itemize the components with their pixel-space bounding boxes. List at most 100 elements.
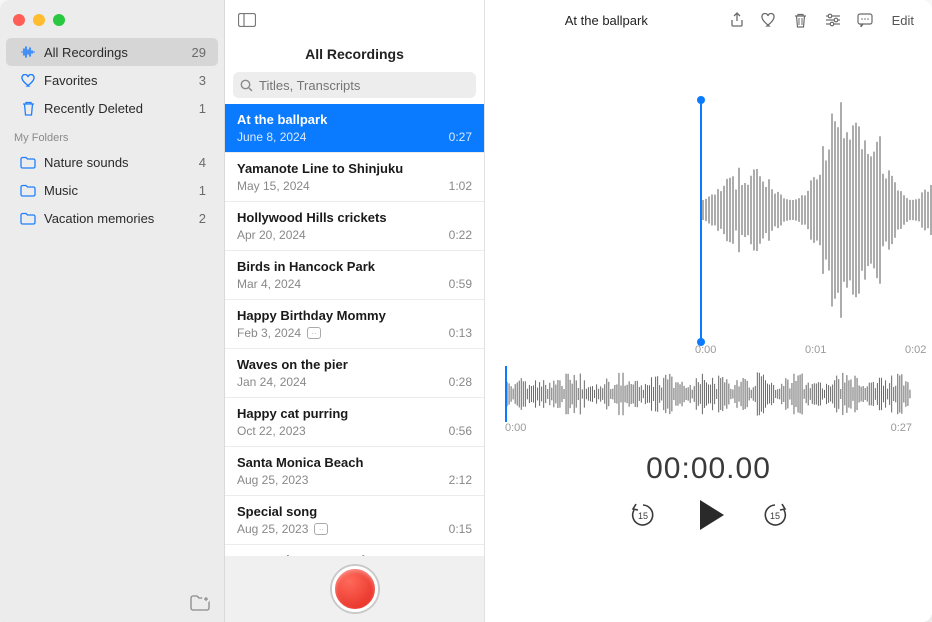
recording-item[interactable]: Happy cat purringOct 22, 20230:56: [225, 398, 484, 447]
overview-end-time: 0:27: [891, 422, 912, 434]
fullscreen-window-button[interactable]: [53, 14, 65, 26]
recording-date: Jan 24, 2024: [237, 375, 306, 389]
recording-title: At the ballpark: [495, 13, 718, 28]
recording-duration: 0:56: [449, 424, 472, 438]
recording-item[interactable]: Waves on the pier Jan 24, 2024 0:28: [225, 349, 484, 398]
svg-text:15: 15: [637, 511, 647, 521]
sidebar: All Recordings29Favorites3Recently Delet…: [0, 0, 225, 622]
share-icon[interactable]: [724, 9, 750, 31]
sidebar-item-count: 1: [199, 183, 206, 198]
transcript-icon[interactable]: [852, 9, 878, 31]
recording-item[interactable]: At the ballpark June 8, 2024 0:27: [225, 104, 484, 153]
sidebar-item-label: Favorites: [44, 73, 191, 88]
folder-icon: [20, 212, 36, 225]
sidebar-item-label: Music: [44, 183, 191, 198]
skip-back-button[interactable]: 15: [628, 500, 658, 530]
settings-sliders-icon[interactable]: [820, 9, 846, 31]
record-footer: [225, 556, 484, 622]
playback-controls: 15 15: [485, 500, 932, 550]
sidebar-item-favorites[interactable]: Favorites3: [6, 66, 218, 94]
recording-item[interactable]: Hollywood Hills crickets Apr 20, 2024 0:22: [225, 202, 484, 251]
toggle-sidebar-icon[interactable]: [233, 8, 261, 32]
sidebar-folder-vacation-memories[interactable]: Vacation memories 2: [6, 204, 218, 232]
recording-duration: 0:13: [449, 326, 472, 340]
recording-date: June 8, 2024: [237, 130, 306, 144]
overview-labels: 0:00 0:27: [485, 422, 932, 434]
skip-forward-button[interactable]: 15: [760, 500, 790, 530]
search-icon: [240, 79, 253, 92]
sidebar-item-count: 1: [199, 101, 206, 116]
sidebar-folder-music[interactable]: Music 1: [6, 176, 218, 204]
detail-pane: At the ballpark Edit 0:00 0:01: [485, 0, 932, 622]
recording-duration: 1:02: [449, 179, 472, 193]
trash-icon: [20, 101, 36, 116]
minimize-window-button[interactable]: [33, 14, 45, 26]
sidebar-item-label: Recently Deleted: [44, 101, 191, 116]
timeline-mark: 0:01: [805, 344, 826, 356]
recording-duration: 0:15: [449, 522, 472, 536]
favorite-icon[interactable]: [756, 9, 782, 31]
folder-icon: [20, 184, 36, 197]
close-window-button[interactable]: [13, 14, 25, 26]
recording-item[interactable]: Parrots in Buenos Aires: [225, 545, 484, 556]
sidebar-item-count: 29: [192, 45, 206, 60]
sidebar-folder-nature-sounds[interactable]: Nature sounds 4: [6, 148, 218, 176]
recordings-column: All Recordings At the ballparkJune 8, 20…: [225, 0, 485, 622]
recording-date: Feb 3, 2024: [237, 326, 301, 340]
middle-toolbar: [225, 0, 484, 40]
transcript-badge-icon: ··: [314, 523, 328, 535]
recording-duration: 2:12: [449, 473, 472, 487]
sidebar-item-recently-deleted[interactable]: Recently Deleted 1: [6, 94, 218, 122]
record-button[interactable]: [332, 566, 378, 612]
timeline-ruler: 0:00 0:01 0:02: [485, 344, 932, 360]
overview-playhead[interactable]: [505, 366, 507, 422]
recording-title: At the ballpark: [237, 112, 472, 127]
recording-item[interactable]: Santa Monica BeachAug 25, 20232:12: [225, 447, 484, 496]
recording-date: Aug 25, 2023: [237, 522, 308, 536]
recording-item[interactable]: Special song Aug 25, 2023 ·· 0:15: [225, 496, 484, 545]
timeline-mark: 0:00: [695, 344, 716, 356]
search-field[interactable]: [233, 72, 476, 98]
sidebar-item-count: 2: [199, 211, 206, 226]
sidebar-item-label: Vacation memories: [44, 211, 191, 226]
sidebar-list: All Recordings29Favorites3Recently Delet…: [0, 36, 224, 584]
recording-title: Hollywood Hills crickets: [237, 210, 472, 225]
new-folder-icon[interactable]: [190, 595, 210, 611]
overview-start-time: 0:00: [505, 422, 526, 434]
recording-item[interactable]: Yamanote Line to ShinjukuMay 15, 20241:0…: [225, 153, 484, 202]
edit-button[interactable]: Edit: [884, 11, 922, 30]
trash-icon[interactable]: [788, 9, 814, 31]
recording-title: Birds in Hancock Park: [237, 259, 472, 274]
recording-title: Special song: [237, 504, 472, 519]
timeline-mark: 0:02: [905, 344, 926, 356]
recording-duration: 0:59: [449, 277, 472, 291]
sidebar-item-label: Nature sounds: [44, 155, 191, 170]
sidebar-folders-header: My Folders: [0, 122, 224, 148]
recording-duration: 0:27: [449, 130, 472, 144]
recording-duration: 0:22: [449, 228, 472, 242]
waveform-icon: [20, 45, 36, 59]
waveform-overview[interactable]: [505, 370, 912, 418]
window-controls: [0, 0, 224, 36]
waveform-large[interactable]: 0:00 0:01 0:02: [485, 40, 932, 360]
detail-toolbar: At the ballpark Edit: [485, 0, 932, 40]
recording-duration: 0:28: [449, 375, 472, 389]
recording-date: Mar 4, 2024: [237, 277, 301, 291]
sidebar-footer: [0, 584, 224, 622]
recording-title: Waves on the pier: [237, 357, 472, 372]
sidebar-item-count: 4: [199, 155, 206, 170]
recording-item[interactable]: Birds in Hancock Park Mar 4, 2024 0:59: [225, 251, 484, 300]
recording-title: Happy cat purring: [237, 406, 472, 421]
sidebar-item-all-recordings[interactable]: All Recordings29: [6, 38, 218, 66]
svg-text:15: 15: [769, 511, 779, 521]
recording-date: May 15, 2024: [237, 179, 310, 193]
playhead-scrubber[interactable]: [700, 100, 702, 342]
recording-date: Apr 20, 2024: [237, 228, 306, 242]
search-input[interactable]: [259, 78, 469, 93]
recording-item[interactable]: Happy Birthday MommyFeb 3, 2024··0:13: [225, 300, 484, 349]
transcript-badge-icon: ··: [307, 327, 321, 339]
play-button[interactable]: [694, 500, 724, 530]
recordings-list: At the ballpark June 8, 2024 0:27 Yamanote …: [225, 104, 484, 556]
recording-date: Aug 25, 2023: [237, 473, 308, 487]
folder-icon: [20, 156, 36, 169]
